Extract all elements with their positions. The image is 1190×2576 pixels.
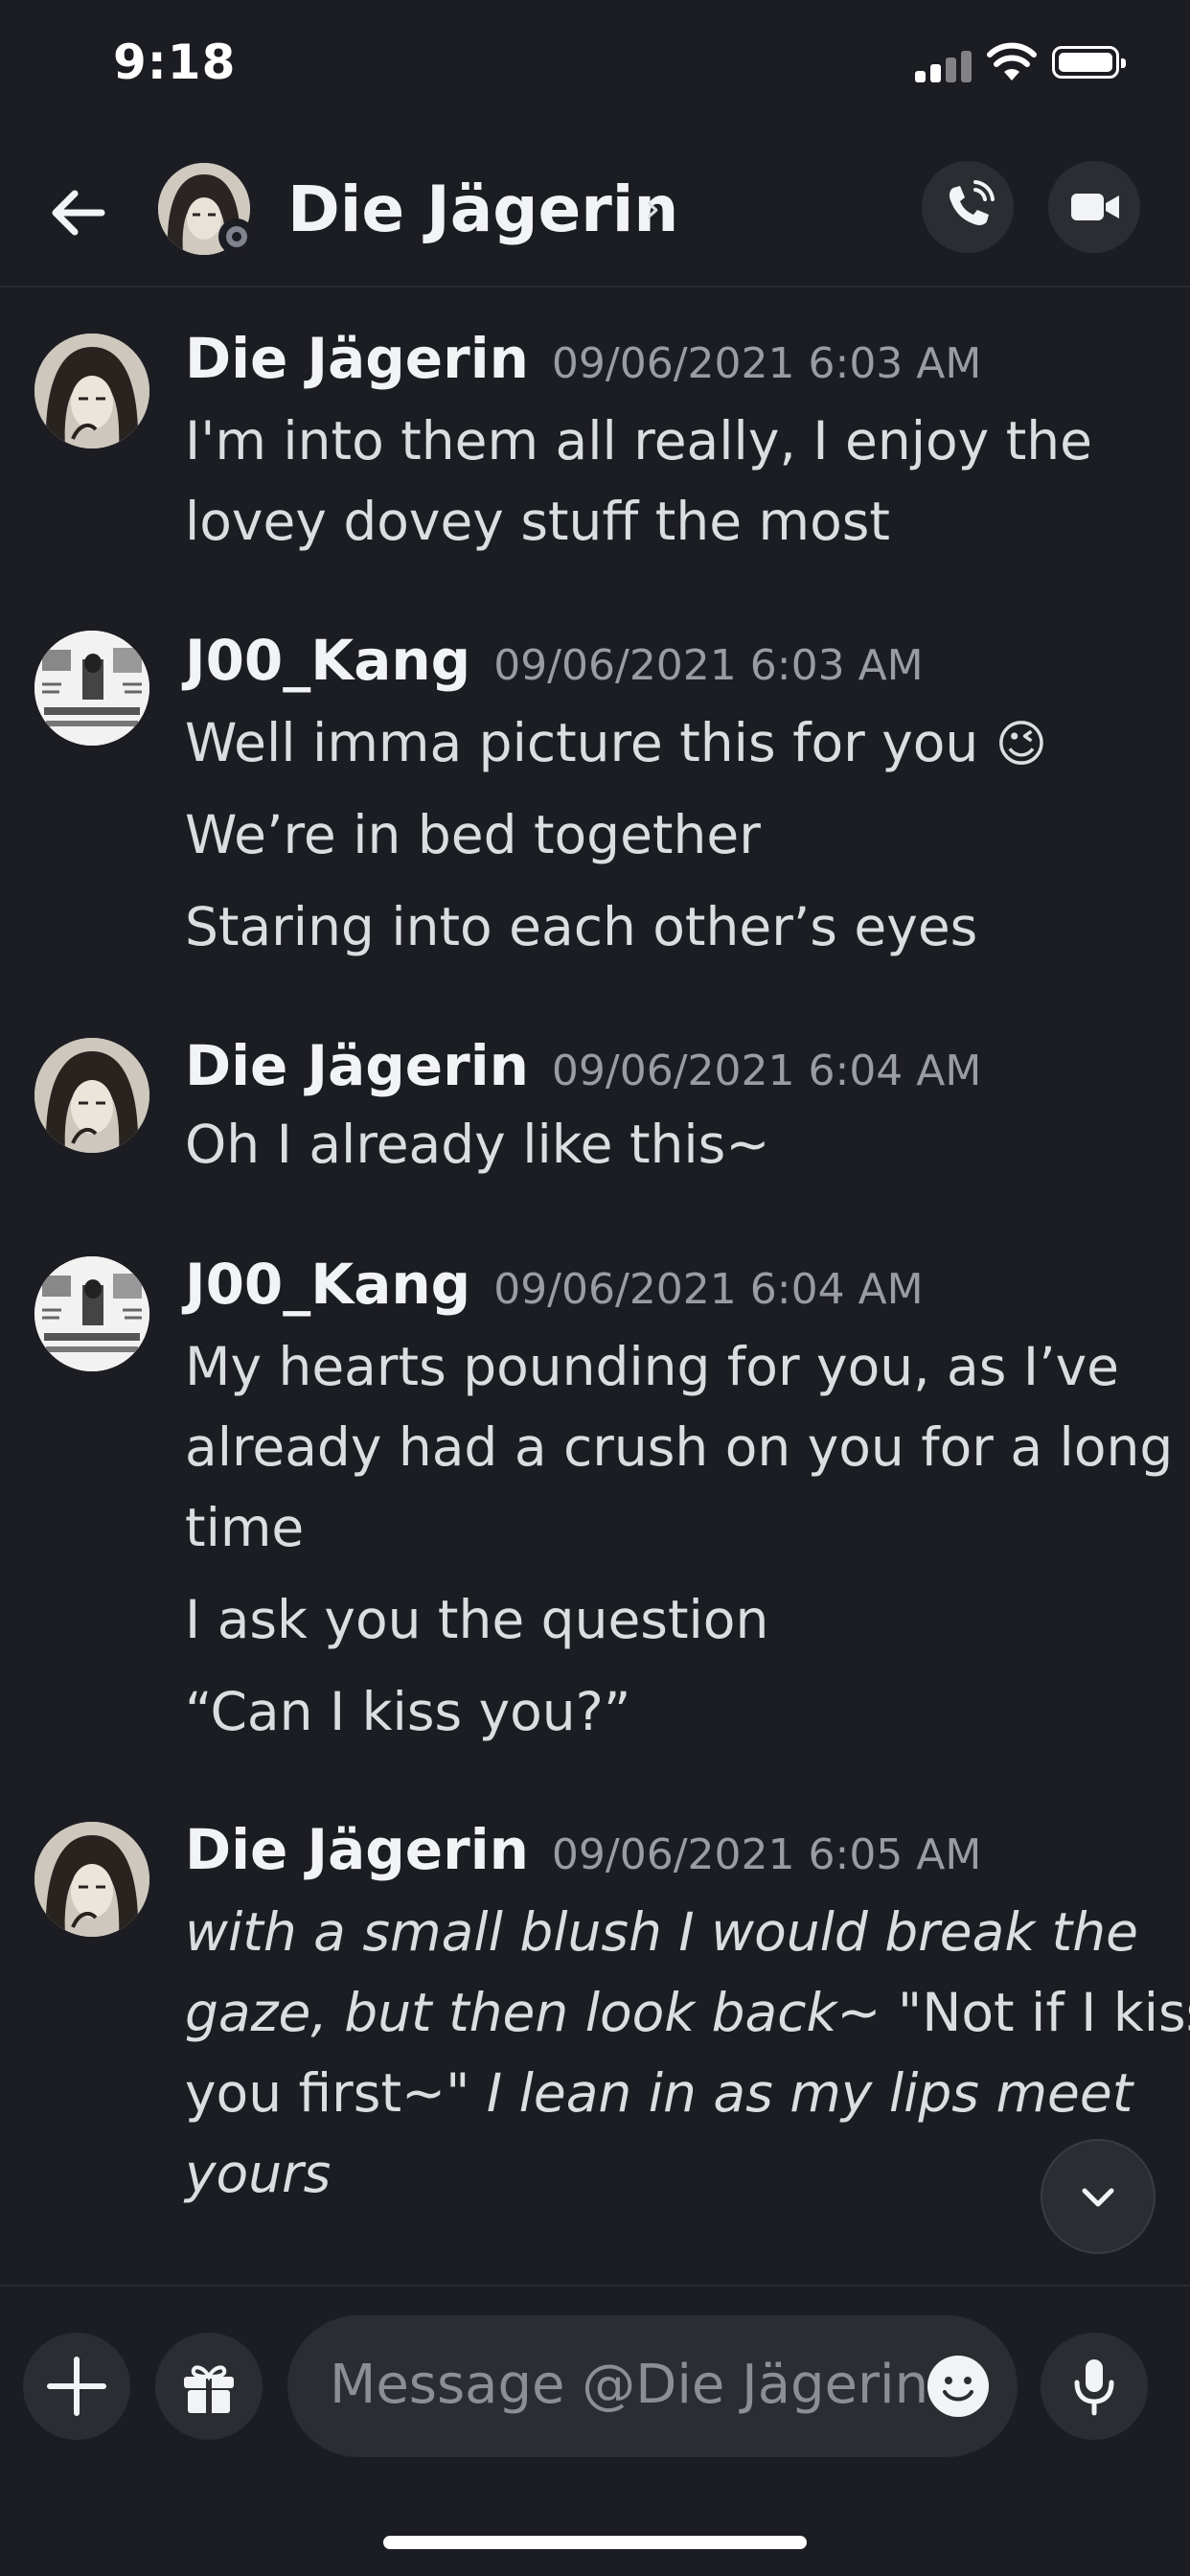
status-bar: 9:18 bbox=[0, 0, 1190, 134]
message-line: My hearts pounding for you, as I’ve bbox=[185, 1336, 1119, 1397]
gift-button[interactable] bbox=[155, 2333, 263, 2440]
signal-icon bbox=[915, 50, 973, 82]
plus-icon bbox=[47, 2357, 106, 2416]
message-line: We’re in bed together bbox=[185, 804, 761, 865]
message-timestamp: 09/06/2021 6:03 AM bbox=[551, 339, 982, 388]
message-line: already had a crush on you for a long bbox=[185, 1416, 1174, 1478]
message-line: lovey dovey stuff the most bbox=[185, 491, 890, 552]
video-call-button[interactable] bbox=[1048, 161, 1140, 253]
chevron-down-icon bbox=[1082, 2188, 1114, 2207]
dm-header: Die Jägerin › bbox=[0, 134, 1190, 288]
avatar[interactable] bbox=[34, 1822, 149, 1937]
voice-call-button[interactable] bbox=[922, 161, 1014, 253]
wink-emoji-icon: 😉 bbox=[995, 716, 1047, 773]
wifi-icon bbox=[987, 42, 1037, 80]
phone-call-icon bbox=[950, 180, 995, 225]
home-indicator[interactable] bbox=[383, 2536, 807, 2549]
gift-icon bbox=[184, 2365, 234, 2415]
message-line: Oh I already like this~ bbox=[185, 1114, 770, 1175]
chevron-right-icon[interactable]: › bbox=[644, 184, 661, 233]
message-line: time bbox=[185, 1497, 305, 1558]
status-indicator bbox=[218, 218, 255, 255]
message-line: “Can I kiss you?” bbox=[185, 1681, 631, 1742]
battery-icon bbox=[1052, 46, 1126, 79]
message-input-placeholder: Message @Die Jägerin bbox=[330, 2354, 929, 2416]
message-author[interactable]: J00_Kang bbox=[185, 1252, 470, 1317]
scroll-to-bottom-button[interactable] bbox=[1041, 2139, 1156, 2254]
arrow-left-icon[interactable] bbox=[48, 182, 109, 243]
avatar[interactable] bbox=[34, 1038, 149, 1153]
message-line: "Not if I kiss bbox=[881, 1982, 1190, 2043]
message-author[interactable]: Die Jägerin bbox=[185, 326, 529, 391]
message-timestamp: 09/06/2021 6:03 AM bbox=[493, 641, 924, 690]
message-line: Staring into each other’s eyes bbox=[185, 896, 978, 957]
avatar[interactable] bbox=[34, 631, 149, 746]
status-time: 9:18 bbox=[113, 34, 237, 90]
message-timestamp: 09/06/2021 6:04 AM bbox=[493, 1265, 924, 1314]
avatar[interactable] bbox=[34, 1256, 149, 1371]
video-camera-icon bbox=[1071, 194, 1119, 220]
voice-message-button[interactable] bbox=[1041, 2333, 1148, 2440]
message-composer: Message @Die Jägerin bbox=[0, 2285, 1190, 2476]
message-timestamp: 09/06/2021 6:04 AM bbox=[551, 1046, 982, 1095]
message-line: yours bbox=[185, 2143, 332, 2204]
message-line: you first~" bbox=[185, 2062, 470, 2124]
message-author[interactable]: Die Jägerin bbox=[185, 1817, 529, 1882]
message-author[interactable]: J00_Kang bbox=[185, 628, 470, 693]
message-line: gaze, but then look back~ bbox=[185, 1982, 881, 2043]
message-line: Well imma picture this for you bbox=[185, 712, 979, 773]
message-input[interactable]: Message @Die Jägerin bbox=[287, 2315, 1018, 2457]
message-line: I'm into them all really, I enjoy the bbox=[185, 410, 1092, 472]
microphone-icon bbox=[1074, 2359, 1114, 2416]
page-title[interactable]: Die Jägerin bbox=[287, 172, 678, 246]
message-timestamp: 09/06/2021 6:05 AM bbox=[551, 1830, 982, 1879]
message-line: I lean in as my lips meet bbox=[469, 2062, 1133, 2124]
avatar[interactable] bbox=[34, 334, 149, 448]
message-line: I ask you the question bbox=[185, 1589, 769, 1650]
message-author[interactable]: Die Jägerin bbox=[185, 1033, 529, 1098]
message-line: with a small blush I would break the bbox=[185, 1901, 1138, 1963]
add-attachment-button[interactable] bbox=[23, 2333, 130, 2440]
smiley-icon[interactable] bbox=[924, 2352, 993, 2421]
